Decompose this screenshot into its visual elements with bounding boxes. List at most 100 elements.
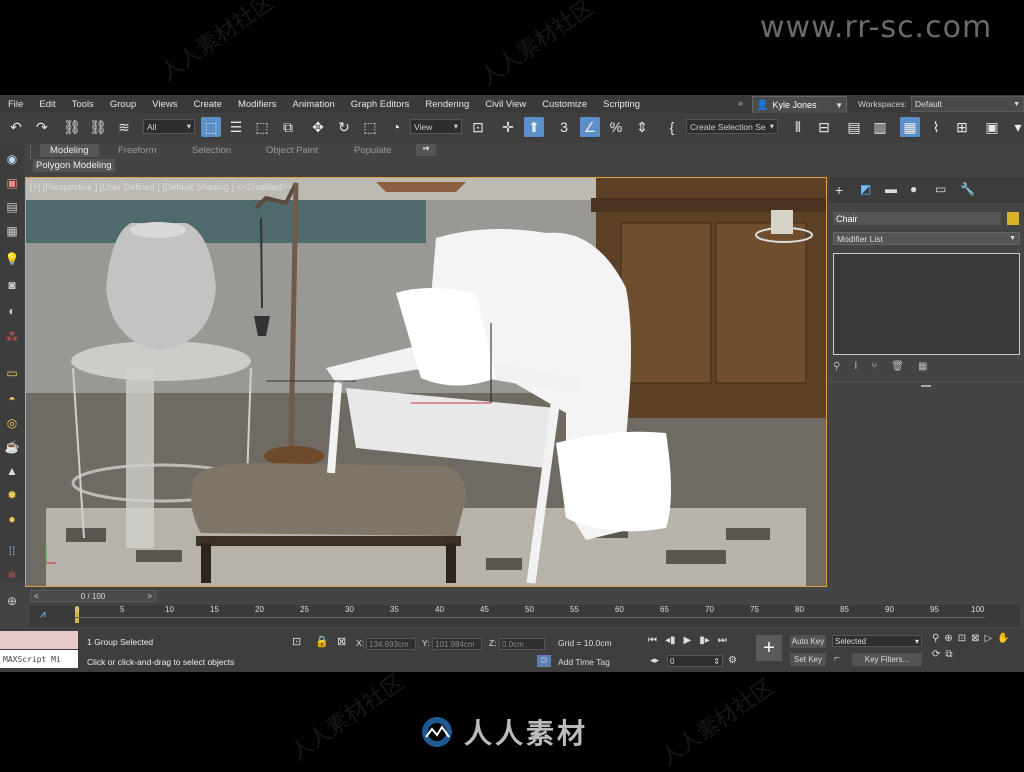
render-setup-icon[interactable]: ▾ [1008,117,1024,137]
zoom-extents-icon[interactable]: ⊡ [958,633,966,644]
time-next-icon[interactable]: > [147,592,152,601]
object-name-field[interactable]: Chair [833,212,1001,225]
z-coordinate-field[interactable]: 0.0cm [499,638,545,650]
camera-icon[interactable]: ◙ [3,277,21,293]
menu-create[interactable]: Create [185,99,230,110]
remove-modifier-icon[interactable]: 🗑 [891,361,904,375]
ribbon-options-icon[interactable]: ▪▾ [416,144,436,156]
utilities-tab-icon[interactable]: 🔧 [960,182,975,196]
selection-filter-dropdown[interactable]: All ▾ [143,119,195,134]
viewport-label[interactable]: [+] [Perspective ] [User Defined ] [Defa… [30,182,292,192]
menu-graph-editors[interactable]: Graph Editors [343,99,418,110]
image-icon[interactable]: ▣ [3,175,21,191]
spinner-snap-icon[interactable]: ⇕ [632,117,652,137]
curve-editor-icon[interactable]: ⌇ [926,117,946,137]
absolute-mode-icon[interactable]: ⊠ [337,635,346,648]
mirror-icon[interactable]: ⫴ [788,117,808,137]
set-key-toggle[interactable]: Set Key [790,653,826,666]
cone-icon[interactable]: ▲ [3,463,21,479]
menu-file[interactable]: File [0,99,31,110]
tab-modeling[interactable]: Modeling [40,144,99,157]
y-coordinate-field[interactable]: 101.984cm [432,638,482,650]
next-frame-icon[interactable]: ▮▸ [699,635,710,646]
go-to-end-icon[interactable]: ⏭ [718,635,727,646]
scale-icon[interactable]: ⬚ [360,117,380,137]
tab-freeform[interactable]: Freeform [118,145,157,156]
show-end-result-icon[interactable]: Ⅰ [854,361,857,375]
reference-coordinate-dropdown[interactable]: View ▾ [410,119,462,134]
light-icon[interactable]: 💡 [3,251,21,267]
menu-tools[interactable]: Tools [64,99,102,110]
link-icon[interactable]: ⛓ [62,117,82,137]
molecule-icon[interactable]: ⚛ [3,567,21,583]
configure-modifier-sets-icon[interactable]: ▦ [918,361,927,375]
mini-curve-editor-icon[interactable]: ⩘ [40,609,46,620]
menu-customize[interactable]: Customize [534,99,595,110]
user-account-dropdown[interactable]: 👤 Kyle Jones ▼ [752,96,847,114]
menu-group[interactable]: Group [102,99,144,110]
snaps-toggle-icon[interactable]: 3 [554,117,574,137]
select-by-name-icon[interactable]: ☰ [226,117,246,137]
current-frame-field[interactable]: 0 ⇕ [667,655,723,667]
zoom-extents-all-icon[interactable]: ⊠ [971,633,979,644]
sun-icon[interactable]: ✹ [3,487,21,503]
placement-icon[interactable]: ◔ [386,117,406,137]
teapot-icon[interactable]: ☕ [3,439,21,455]
tab-selection[interactable]: Selection [192,145,231,156]
key-mode-dropdown[interactable]: Selected ▾ [832,635,922,647]
perspective-viewport[interactable]: [+] [Perspective ] [User Defined ] [Defa… [25,177,827,587]
named-selection-dropdown[interactable]: Create Selection Se ▾ [686,119,778,134]
compass-icon[interactable]: ⊕ [3,593,21,609]
add-time-tag[interactable]: Add Time Tag [558,657,610,667]
time-tag-icon[interactable]: ◷ [537,655,551,667]
time-config-icon[interactable]: ⚙ [728,655,737,666]
polygon-modeling-panel[interactable]: Polygon Modeling [33,159,115,172]
schematic-view-icon[interactable]: ⊞ [952,117,972,137]
time-slider[interactable]: < 0 / 100 > [30,589,1020,603]
eye-icon[interactable]: ◉ [3,151,21,167]
move-icon[interactable]: ✥ [308,117,328,137]
torus-icon[interactable]: ◎ [3,415,21,431]
document-icon[interactable]: ▤ [3,199,21,215]
dots-icon[interactable]: ⁞⁞ [3,543,21,559]
maxscript-mini-listener[interactable]: MAXScript Mi [0,650,78,668]
modifier-list-dropdown[interactable]: Modifier List ▼ [833,232,1020,245]
field-of-view-icon[interactable]: ▷ [985,633,993,644]
tab-object-paint[interactable]: Object Paint [266,145,318,156]
window-crossing-icon[interactable]: ⧉ [278,117,298,137]
undo-icon[interactable]: ↶ [6,117,26,137]
ribbon-toggle-icon[interactable]: ▦ [900,117,920,137]
select-object-icon[interactable]: ⬚ [201,117,221,137]
menu-views[interactable]: Views [144,99,185,110]
default-in-out-tangents-icon[interactable]: ⌐ [834,653,840,664]
menu-edit[interactable]: Edit [31,99,63,110]
motion-tab-icon[interactable]: ● [910,182,917,196]
keyboard-shortcut-override-icon[interactable]: ⬆ [524,117,544,137]
menu-modifiers[interactable]: Modifiers [230,99,285,110]
pivot-center-icon[interactable]: ⊡ [468,117,488,137]
track-bar[interactable]: ⩘ 0 5 10 15 20 25 30 35 40 45 50 55 60 6… [30,605,1020,627]
rectangular-selection-icon[interactable]: ⬚ [252,117,272,137]
zoom-icon[interactable]: ⚲ [932,633,939,644]
menu-civil-view[interactable]: Civil View [477,99,534,110]
lock-icon[interactable]: 🔒 [315,635,329,648]
unlink-icon[interactable]: ⛓ [88,117,108,137]
redo-icon[interactable]: ↷ [32,117,52,137]
cylinder-icon[interactable]: ● [3,511,21,527]
display-tab-icon[interactable]: ▭ [935,182,946,196]
layer-explorer-icon[interactable]: ▥ [870,117,890,137]
select-manipulate-icon[interactable]: ✛ [498,117,518,137]
scene-explorer-icon[interactable]: ▤ [844,117,864,137]
box-icon[interactable]: ▭ [3,365,21,381]
maxscript-listener-top[interactable] [0,631,78,649]
make-unique-icon[interactable]: ⑂ [871,361,877,375]
moon-icon[interactable]: ◐ [3,303,21,319]
zoom-all-icon[interactable]: ⊕ [944,633,952,644]
workspace-dropdown[interactable]: Default ▼ [910,96,1024,112]
orbit-icon[interactable]: ⟳ [932,649,940,660]
maximize-viewport-icon[interactable]: ⧉ [945,649,952,660]
key-mode-icon[interactable]: ◂▸ [650,655,659,666]
menu-animation[interactable]: Animation [285,99,343,110]
sphere-icon[interactable]: ◓ [3,391,21,407]
tab-populate[interactable]: Populate [354,145,392,156]
